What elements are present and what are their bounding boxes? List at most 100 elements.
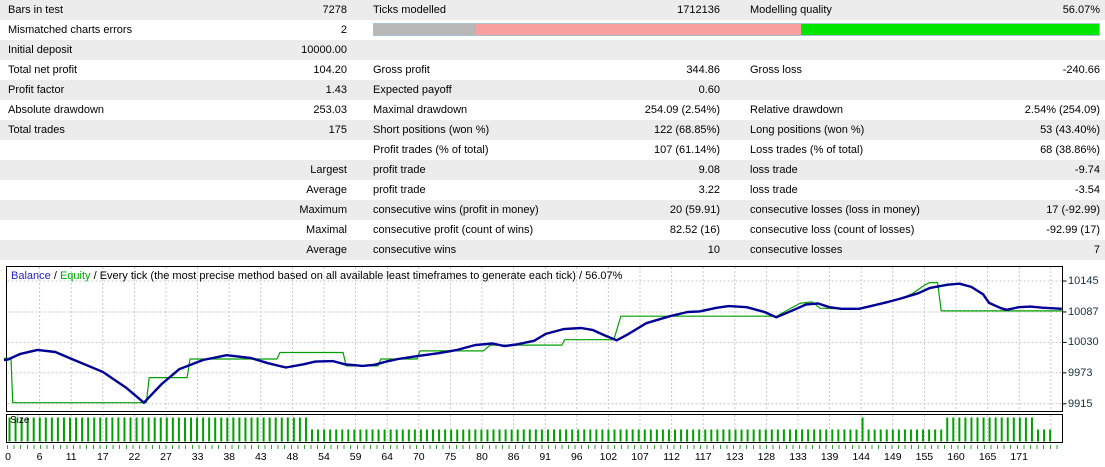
stat-value: 107 (61.14%) <box>653 144 720 156</box>
x-axis-label: 133 <box>789 451 807 463</box>
quality-bar-segment-low-quality <box>475 24 801 35</box>
x-axis-label: 38 <box>223 451 236 463</box>
stat-value: 3.22 <box>698 184 720 196</box>
stat-label: Maximal drawdown <box>373 104 468 116</box>
x-axis-label: 48 <box>286 451 299 463</box>
x-axis-label: 112 <box>663 451 680 463</box>
stat-value: 254.09 (2.54%) <box>644 104 720 116</box>
stat-value: 7278 <box>322 4 347 16</box>
x-axis-label: 86 <box>507 451 520 463</box>
plot-border <box>6 266 1063 412</box>
table-row: Profit factor 1.43 Expected payoff 0.60 <box>0 80 1105 100</box>
stat-value: 7 <box>1093 244 1100 256</box>
table-row: Average consecutive wins 10 consecutive los… <box>0 240 1105 260</box>
x-axis-label: 54 <box>318 451 330 463</box>
y-axis-label: 10087 <box>1068 305 1099 318</box>
stat-value: Maximum <box>299 204 347 216</box>
x-axis-label: 144 <box>852 451 870 463</box>
stat-label: Ticks modelled <box>373 4 446 16</box>
x-axis-label: 17 <box>96 451 109 463</box>
y-axis-label: 9973 <box>1068 366 1093 379</box>
stat-value: 2.54% (254.09) <box>1024 104 1100 116</box>
stat-pair-right: loss trade -9.74 <box>750 160 1100 180</box>
stat-label <box>0 240 222 260</box>
stat-label: Absolute drawdown <box>8 104 105 116</box>
trade-size-bars-chart <box>6 414 1063 443</box>
x-axis: 0 6 11 17 22 27 33 38 43 48 54 59 64 70 75 80 86 91 96 102 1… <box>0 444 1105 467</box>
stat-label: Profit factor <box>8 84 65 96</box>
stat-pair-mid: Ticks modelled 1712136 <box>373 0 720 20</box>
x-axis-label: 64 <box>381 451 394 463</box>
stat-label: Bars in test <box>8 4 64 16</box>
stat-label: consecutive loss (count of losses) <box>750 224 915 236</box>
table-row: Profit trades (% of total) 107 (61.14%) Lo… <box>0 140 1105 160</box>
x-axis-label: 102 <box>599 451 618 463</box>
x-axis-label: 22 <box>128 451 141 463</box>
x-axis-label: 107 <box>631 451 649 463</box>
y-axis-label: 10145 <box>1068 275 1099 287</box>
quality-bar-segment-unmodelled <box>374 24 476 35</box>
stat-pair-right: Gross loss -240.66 <box>750 60 1100 80</box>
stat-label <box>0 140 222 160</box>
x-axis-label: 11 <box>65 451 77 463</box>
x-axis-label: 27 <box>160 451 172 463</box>
balance-legend-label: Balance <box>11 270 51 282</box>
table-row: Initial deposit 10000.00 <box>0 40 1105 60</box>
stat-label: Total trades <box>8 124 65 136</box>
stat-value: 82.52 (16) <box>669 224 720 236</box>
chart-title: Balance / Equity / Every tick (the most … <box>11 270 622 282</box>
balance-chart-panel: Balance / Equity / Every tick (the most … <box>0 266 1105 412</box>
stat-label <box>0 200 222 220</box>
stat-label: Relative drawdown <box>750 104 843 116</box>
report-table: Bars in test 7278 Ticks modelled 1712136 Mod… <box>0 0 1105 260</box>
balance-equity-chart <box>3 266 1067 412</box>
table-row: Mismatched charts errors 2 <box>0 20 1105 40</box>
stat-value: 56.07% <box>1062 4 1100 16</box>
stat-label: consecutive wins <box>373 244 457 256</box>
stat-value: 20 (59.91) <box>669 204 720 216</box>
x-axis-label: 33 <box>191 451 204 463</box>
stat-label: consecutive losses <box>750 244 843 256</box>
x-axis-label: 149 <box>884 451 902 463</box>
stat-label: consecutive profit (count of wins) <box>373 224 534 236</box>
stat-label <box>0 160 222 180</box>
stat-pair-right <box>750 80 1100 100</box>
stat-pair-right: Long positions (won %) 53 (43.40%) <box>750 120 1100 140</box>
table-row: Average profit trade 3.22 loss trade -3.54 <box>0 180 1105 200</box>
stat-value: 2 <box>340 24 347 36</box>
size-panel: Size <box>0 414 1105 444</box>
x-axis-label: 139 <box>820 451 839 463</box>
stat-pair-right: Modelling quality 56.07% <box>750 0 1100 20</box>
stat-value: 9.08 <box>698 164 720 176</box>
stat-value: 10 <box>707 244 720 256</box>
stat-value: 10000.00 <box>301 44 347 56</box>
table-row: Total trades 175 Short positions (won %) 12… <box>0 120 1105 140</box>
stat-pair-right: Loss trades (% of total) 68 (38.86%) <box>750 140 1100 160</box>
stat-label: profit trade <box>373 164 426 176</box>
stat-value: 68 (38.86%) <box>1040 144 1100 156</box>
y-axis-label: 9915 <box>1068 397 1093 410</box>
stat-value: Average <box>306 184 347 196</box>
stat-value: 53 (43.40%) <box>1040 124 1100 136</box>
stat-pair-mid: Short positions (won %) 122 (68.85%) <box>373 120 720 140</box>
stat-pair-mid: profit trade 9.08 <box>373 160 720 180</box>
stat-label: Long positions (won %) <box>750 124 865 136</box>
x-axis-label: 165 <box>978 451 997 463</box>
stat-label: Mismatched charts errors <box>8 24 133 36</box>
stat-value: 104.20 <box>313 64 347 76</box>
x-axis-label: 171 <box>1010 451 1028 463</box>
